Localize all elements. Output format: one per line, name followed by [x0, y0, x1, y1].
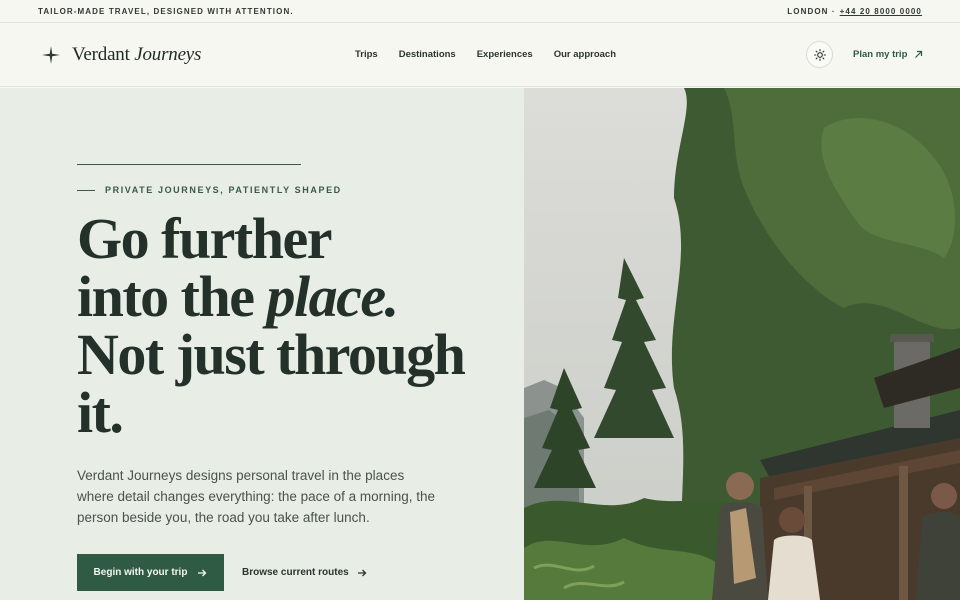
forest-lodge-photo — [524, 88, 960, 600]
divider-line — [77, 164, 301, 165]
hero-image — [524, 88, 960, 600]
phone-link[interactable]: +44 20 8000 0000 — [840, 7, 922, 16]
arrow-up-right-icon — [915, 50, 923, 58]
arrow-right-icon — [357, 569, 367, 576]
brand-name-italic: Journeys — [134, 44, 202, 65]
headline-line-4: it. — [77, 380, 124, 445]
headline-line-3: Not just through — [77, 322, 466, 387]
plan-my-trip-label: Plan my trip — [853, 49, 908, 60]
nav-destinations[interactable]: Destinations — [399, 49, 456, 60]
nav-experiences[interactable]: Experiences — [477, 49, 533, 60]
brand-name: Verdant — [72, 44, 135, 65]
hero-description: Verdant Journeys designs personal travel… — [77, 468, 435, 525]
contact-info: LONDON · +44 20 8000 0000 — [787, 7, 922, 16]
tagline: TAILOR-MADE TRAVEL, DESIGNED WITH ATTENT… — [38, 6, 294, 16]
nav-trips[interactable]: Trips — [355, 49, 378, 60]
headline-emphasis: place. — [266, 264, 400, 329]
eyebrow-text: PRIVATE JOURNEYS, PATIENTLY SHAPED — [105, 185, 342, 195]
eyebrow-dash — [77, 189, 95, 191]
nav-our-approach[interactable]: Our approach — [554, 49, 616, 60]
city-label: LONDON · — [787, 6, 836, 16]
hero-eyebrow: PRIVATE JOURNEYS, PATIENTLY SHAPED — [77, 185, 342, 195]
browse-routes-link[interactable]: Browse current routes — [242, 554, 367, 591]
plan-my-trip-link[interactable]: Plan my trip — [853, 49, 923, 60]
compass-star-icon — [42, 46, 60, 64]
arrow-right-icon — [198, 569, 207, 576]
hero-headline: Go further into the place. Not just thro… — [77, 210, 497, 442]
begin-trip-button[interactable]: Begin with your trip — [77, 554, 224, 591]
begin-trip-label: Begin with your trip — [93, 567, 188, 578]
headline-line-2: into the — [77, 264, 267, 329]
sun-icon — [813, 48, 826, 61]
main-nav: Trips Destinations Experiences Our appro… — [355, 49, 616, 60]
announcement-bar: TAILOR-MADE TRAVEL, DESIGNED WITH ATTENT… — [0, 0, 960, 23]
site-header: Verdant Journeys Trips Destinations Expe… — [0, 23, 960, 87]
brand-logo[interactable]: Verdant Journeys — [42, 44, 201, 66]
brand-wordmark: Verdant Journeys — [72, 44, 201, 66]
headline-line-1: Go further — [77, 206, 333, 271]
browse-routes-label: Browse current routes — [242, 567, 349, 578]
theme-toggle-button[interactable] — [806, 41, 833, 68]
hero-content: PRIVATE JOURNEYS, PATIENTLY SHAPED Go fu… — [0, 88, 524, 600]
